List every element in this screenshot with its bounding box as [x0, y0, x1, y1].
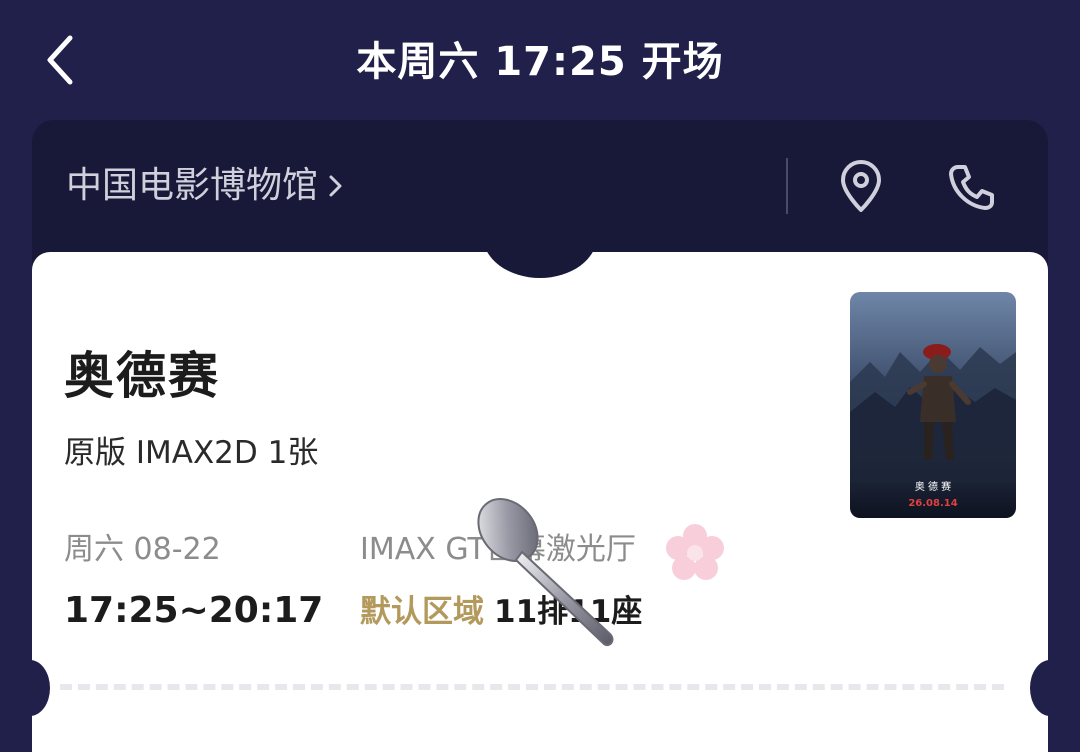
ticket-notch-left [10, 660, 50, 716]
hall-name: IMAX GT巨幕激光厅 [360, 532, 636, 567]
movie-title: 奥德赛 [64, 347, 220, 405]
seat-number: 11排11座 [494, 594, 643, 630]
chevron-right-icon [326, 171, 346, 201]
show-date: 周六 08-22 [64, 532, 221, 567]
phone-icon [949, 165, 994, 210]
location-pin-icon [841, 160, 881, 212]
ticket-card: 奥德赛 原版 IMAX2D 1张 周六 08-22 17:25~20:17 IM… [10, 194, 1070, 752]
ticket-notch [483, 194, 597, 278]
poster-date: 26.08.14 [908, 498, 957, 509]
ticket-notch-right [1030, 660, 1070, 716]
movie-format: 原版 IMAX2D 1张 [64, 435, 319, 471]
show-time: 17:25~20:17 [64, 590, 324, 631]
divider [786, 158, 788, 214]
location-button[interactable] [832, 158, 890, 216]
cinema-name: 中国电影博物馆 [66, 165, 319, 206]
poster-title: 奥 德 赛 [915, 480, 951, 493]
movie-poster[interactable]: 奥 德 赛 26.08.14 [850, 292, 1016, 518]
seat-info: 默认区域 11排11座 [360, 590, 642, 634]
seat-area: 默认区域 [360, 594, 484, 630]
phone-button[interactable] [942, 158, 1000, 216]
page-title: 本周六 17:25 开场 [356, 39, 724, 85]
cinema-link[interactable]: 中国电影博物馆 [66, 162, 346, 210]
ticket-divider [60, 684, 1004, 690]
